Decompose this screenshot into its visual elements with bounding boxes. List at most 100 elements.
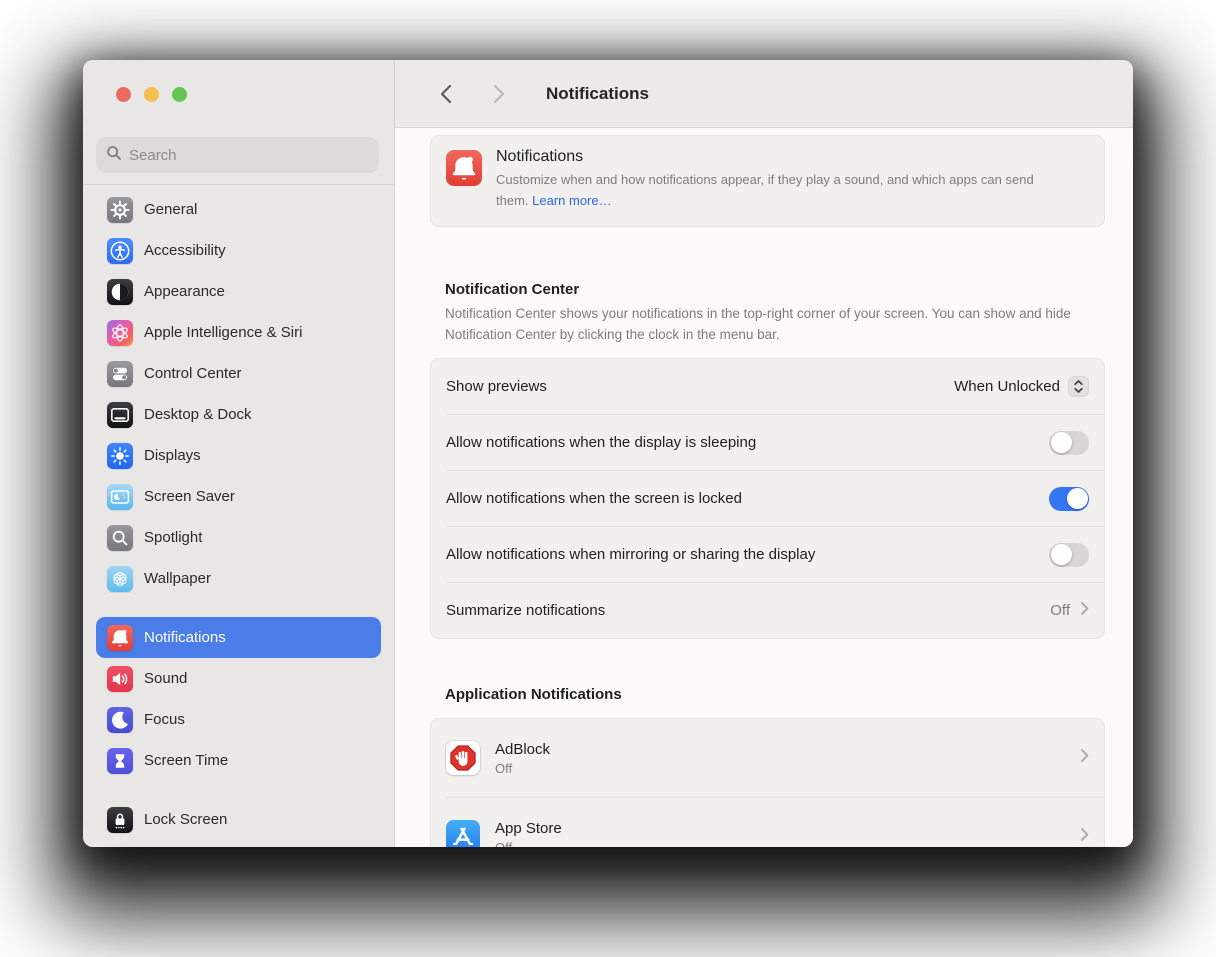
search-field[interactable] xyxy=(96,137,379,173)
notifications-bell-icon xyxy=(446,150,482,186)
row-label: Allow notifications when mirroring or sh… xyxy=(446,546,1049,563)
sidebar-item-appearance[interactable]: Appearance xyxy=(96,271,381,312)
notification-center-card: Show previews When Unlocked Allow notifi… xyxy=(430,358,1105,639)
row-show-previews: Show previews When Unlocked xyxy=(431,359,1104,414)
content-scroll-area[interactable]: Notifications Customize when and how not… xyxy=(395,128,1133,847)
sidebar-group-gap xyxy=(96,599,381,617)
sidebar-item-label: Lock Screen xyxy=(144,811,227,828)
chevron-right-icon xyxy=(1080,748,1089,768)
banner-description: Customize when and how notifications app… xyxy=(496,170,1068,212)
sidebar-item-screen-time[interactable]: Screen Time xyxy=(96,740,381,781)
section-description-line1: Notification Center shows your notificat… xyxy=(445,306,928,321)
row-label: Summarize notifications xyxy=(446,602,1050,619)
chevron-right-icon xyxy=(1080,601,1089,621)
section-heading-application-notifications: Application Notifications xyxy=(445,686,1105,703)
sidebar-item-label: Desktop & Dock xyxy=(144,406,252,423)
screen-locked-toggle[interactable] xyxy=(1049,487,1089,511)
sidebar-item-label: Screen Time xyxy=(144,752,228,769)
mirroring-toggle[interactable] xyxy=(1049,543,1089,567)
row-allow-display-sleeping: Allow notifications when the display is … xyxy=(431,415,1104,470)
sidebar-item-notifications[interactable]: Notifications xyxy=(96,617,381,658)
desktop: General Accessibility Appearance xyxy=(0,0,1216,957)
main-header: Notifications xyxy=(395,60,1133,128)
siri-icon xyxy=(107,320,133,346)
sidebar-item-label: Focus xyxy=(144,711,185,728)
adblock-icon xyxy=(446,741,480,775)
back-button[interactable] xyxy=(436,81,456,107)
app-store-icon xyxy=(446,820,480,847)
sidebar-list: General Accessibility Appearance xyxy=(83,185,394,847)
traffic-lights xyxy=(116,87,187,102)
sidebar-item-sound[interactable]: Sound xyxy=(96,658,381,699)
search-input[interactable] xyxy=(129,147,369,164)
gear-icon xyxy=(107,197,133,223)
app-row-text: AdBlock Off xyxy=(495,741,1065,776)
row-label: Allow notifications when the screen is l… xyxy=(446,490,1049,507)
control-center-icon xyxy=(107,361,133,387)
screen-time-icon xyxy=(107,748,133,774)
sidebar-item-label: Sound xyxy=(144,670,187,687)
spotlight-icon xyxy=(107,525,133,551)
sidebar-item-lock-screen[interactable]: Lock Screen xyxy=(96,799,381,840)
wallpaper-icon xyxy=(107,566,133,592)
row-allow-mirroring: Allow notifications when mirroring or sh… xyxy=(431,527,1104,582)
sidebar-item-accessibility[interactable]: Accessibility xyxy=(96,230,381,271)
app-status: Off xyxy=(495,761,1065,776)
search-icon xyxy=(106,145,122,166)
sound-icon xyxy=(107,666,133,692)
app-row-app-store[interactable]: App Store Off xyxy=(431,798,1104,847)
app-status: Off xyxy=(495,840,1065,847)
sidebar-item-label: Control Center xyxy=(144,365,242,382)
toggle-knob xyxy=(1067,488,1088,509)
section-description: Notification Center shows your notificat… xyxy=(445,304,1100,346)
application-notifications-card: AdBlock Off App Store xyxy=(430,718,1105,847)
sidebar-item-label: Displays xyxy=(144,447,201,464)
learn-more-link[interactable]: Learn more… xyxy=(532,193,611,208)
show-previews-value: When Unlocked xyxy=(954,378,1060,395)
accessibility-icon xyxy=(107,238,133,264)
page-title: Notifications xyxy=(546,84,649,104)
main-pane: Notifications Notifications Customize wh… xyxy=(395,60,1133,847)
system-settings-window: General Accessibility Appearance xyxy=(83,60,1133,847)
sidebar-item-label: Apple Intelligence & Siri xyxy=(144,324,302,341)
sidebar-item-general[interactable]: General xyxy=(96,189,381,230)
banner-title: Notifications xyxy=(496,148,1068,166)
zoom-button[interactable] xyxy=(172,87,187,102)
sidebar-item-label: Spotlight xyxy=(144,529,202,546)
sidebar-item-wallpaper[interactable]: Wallpaper xyxy=(96,558,381,599)
app-name: AdBlock xyxy=(495,741,1065,758)
screen-saver-icon xyxy=(107,484,133,510)
sidebar-item-desktop-dock[interactable]: Desktop & Dock xyxy=(96,394,381,435)
popup-stepper-button[interactable] xyxy=(1068,376,1089,397)
app-row-adblock[interactable]: AdBlock Off xyxy=(431,719,1104,797)
toggle-knob xyxy=(1051,432,1072,453)
close-button[interactable] xyxy=(116,87,131,102)
row-label: Show previews xyxy=(446,378,954,395)
sidebar-item-control-center[interactable]: Control Center xyxy=(96,353,381,394)
sidebar-item-label: General xyxy=(144,201,197,218)
row-allow-screen-locked: Allow notifications when the screen is l… xyxy=(431,471,1104,526)
display-sleeping-toggle[interactable] xyxy=(1049,431,1089,455)
sidebar-item-focus[interactable]: Focus xyxy=(96,699,381,740)
sidebar-item-displays[interactable]: Displays xyxy=(96,435,381,476)
app-row-text: App Store Off xyxy=(495,820,1065,847)
minimize-button[interactable] xyxy=(144,87,159,102)
appearance-icon xyxy=(107,279,133,305)
sidebar-item-spotlight[interactable]: Spotlight xyxy=(96,517,381,558)
sidebar-item-label: Notifications xyxy=(144,629,226,646)
sidebar-item-label: Accessibility xyxy=(144,242,226,259)
sidebar-item-screen-saver[interactable]: Screen Saver xyxy=(96,476,381,517)
desktop-dock-icon xyxy=(107,402,133,428)
chevron-right-icon xyxy=(1080,827,1089,847)
notifications-bell-icon xyxy=(107,625,133,651)
section-heading-notification-center: Notification Center xyxy=(445,281,1105,298)
focus-icon xyxy=(107,707,133,733)
toggle-knob xyxy=(1051,544,1072,565)
notifications-banner: Notifications Customize when and how not… xyxy=(430,135,1105,227)
sidebar: General Accessibility Appearance xyxy=(83,60,395,847)
app-name: App Store xyxy=(495,820,1065,837)
forward-button[interactable] xyxy=(489,81,509,107)
sidebar-header xyxy=(83,60,394,185)
sidebar-item-apple-intelligence-siri[interactable]: Apple Intelligence & Siri xyxy=(96,312,381,353)
row-summarize-notifications[interactable]: Summarize notifications Off xyxy=(431,583,1104,638)
